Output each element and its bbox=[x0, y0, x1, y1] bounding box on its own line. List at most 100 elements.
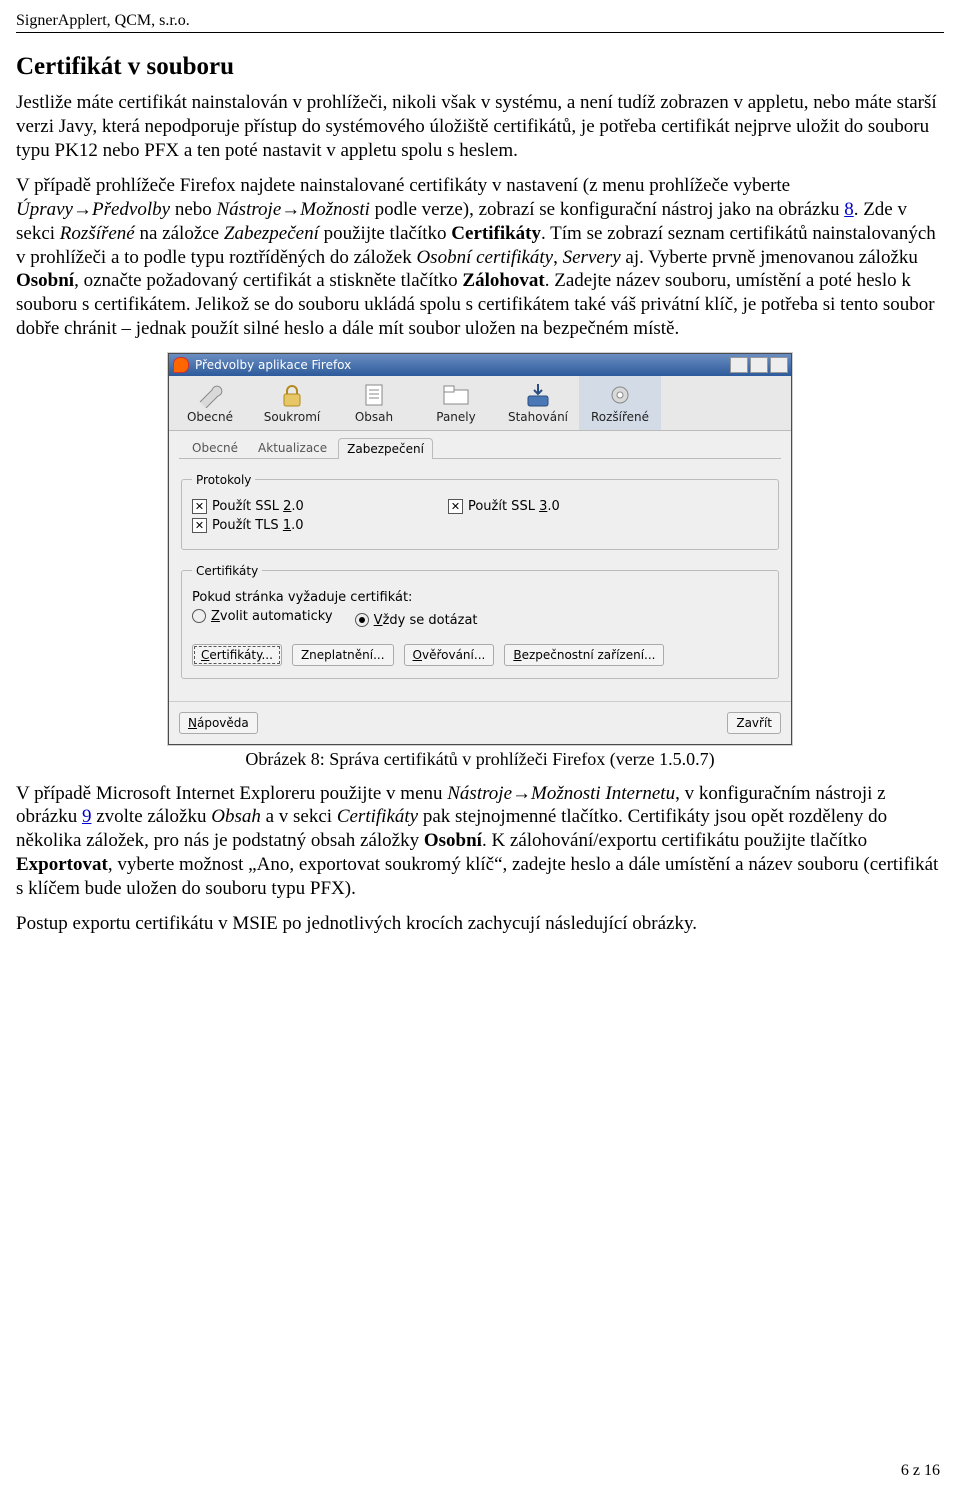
category-general[interactable]: Obecné bbox=[169, 376, 251, 430]
menu-path: Nástroje→Možnosti bbox=[217, 199, 370, 220]
certificates-button[interactable]: Certifikáty... bbox=[192, 644, 282, 666]
firefox-preferences-window: Předvolby aplikace Firefox Obecné Soukro… bbox=[168, 353, 792, 745]
text: ezpečnostní zařízení... bbox=[522, 648, 656, 662]
menu-path: Úpravy→Předvolby bbox=[16, 199, 170, 220]
close-button[interactable] bbox=[770, 357, 788, 373]
certificates-text: Pokud stránka vyžaduje certifikát: bbox=[192, 590, 768, 605]
menu-path: Nástroje→Možnosti Internetu bbox=[447, 783, 675, 804]
download-icon bbox=[522, 382, 554, 408]
text: zvolte záložku bbox=[91, 806, 211, 827]
text: Použít TLS bbox=[212, 518, 283, 533]
revocation-button[interactable]: Zneplatnění... bbox=[292, 644, 394, 666]
button-name: Exportovat bbox=[16, 854, 108, 875]
radio-ask[interactable]: Vždy se dotázat bbox=[355, 613, 478, 628]
text: ždy se dotázat bbox=[383, 613, 478, 628]
tab-name: Obsah bbox=[211, 806, 261, 827]
tab-name: Osobní bbox=[424, 830, 482, 851]
category-label: Stahování bbox=[508, 410, 568, 424]
section-name: Certifikáty bbox=[337, 806, 418, 827]
paragraph-2: V případě prohlížeče Firefox najdete nai… bbox=[16, 174, 944, 340]
lock-icon bbox=[276, 382, 308, 408]
text: Použít SSL bbox=[212, 499, 283, 514]
text: .0 bbox=[291, 499, 303, 514]
button-name: Zálohovat bbox=[462, 270, 544, 291]
accel: V bbox=[374, 613, 383, 628]
paragraph-1: Jestliže máte certifikát nainstalován v … bbox=[16, 91, 944, 162]
text: a v sekci bbox=[261, 806, 337, 827]
section-title: Certifikát v souboru bbox=[16, 53, 944, 81]
wrench-icon bbox=[194, 382, 226, 408]
category-label: Soukromí bbox=[264, 410, 321, 424]
subtab-general[interactable]: Obecné bbox=[183, 437, 247, 458]
paragraph-3: V případě Microsoft Internet Exploreru p… bbox=[16, 782, 944, 901]
tab-name: Osobní certifikáty bbox=[416, 247, 553, 268]
paragraph-4: Postup exportu certifikátu v MSIE po jed… bbox=[16, 912, 944, 936]
text: .0 bbox=[547, 499, 559, 514]
text: volit automaticky bbox=[220, 609, 333, 624]
accel: B bbox=[513, 648, 521, 662]
section-name: Rozšířené bbox=[60, 223, 135, 244]
minimize-button[interactable] bbox=[730, 357, 748, 373]
document-icon bbox=[358, 382, 390, 408]
close-dialog-button[interactable]: Zavřít bbox=[727, 712, 781, 734]
page-header: SignerApplert, QCM, s.r.o. bbox=[16, 12, 944, 33]
security-devices-button[interactable]: Bezpečnostní zařízení... bbox=[504, 644, 664, 666]
text: , označte požadovaný certifikát a stiskn… bbox=[74, 270, 462, 291]
ssl3-checkbox[interactable]: ✕Použít SSL 3.0 bbox=[448, 499, 560, 514]
figure-caption: Obrázek 8: Správa certifikátů v prohlíže… bbox=[16, 749, 944, 770]
text: podle verze), zobrazí se konfigurační ná… bbox=[370, 199, 844, 220]
category-advanced[interactable]: Rozšířené bbox=[579, 376, 661, 430]
accel: 1 bbox=[283, 518, 291, 533]
category-label: Panely bbox=[436, 410, 475, 424]
radio-auto[interactable]: Zvolit automaticky bbox=[192, 609, 333, 624]
category-tabs[interactable]: Panely bbox=[415, 376, 497, 430]
help-button[interactable]: Nápověda bbox=[179, 712, 258, 734]
window-title: Předvolby aplikace Firefox bbox=[195, 358, 351, 372]
text: použijte tlačítko bbox=[319, 223, 451, 244]
protocols-fieldset: Protokoly ✕Použít SSL 2.0 ✕Použít SSL 3.… bbox=[181, 473, 779, 550]
category-downloads[interactable]: Stahování bbox=[497, 376, 579, 430]
category-label: Obecné bbox=[187, 410, 233, 424]
text: , bbox=[553, 247, 563, 268]
accel: Z bbox=[211, 609, 220, 624]
category-toolbar: Obecné Soukromí Obsah Panely Stahování R… bbox=[169, 376, 791, 431]
tab-name: Servery bbox=[563, 247, 621, 268]
subtab-security[interactable]: Zabezpečení bbox=[338, 438, 433, 459]
category-content[interactable]: Obsah bbox=[333, 376, 415, 430]
tab-name: Osobní bbox=[16, 270, 74, 291]
text: . K zálohování/exportu certifikátu použi… bbox=[482, 830, 867, 851]
text: Použít SSL bbox=[468, 499, 539, 514]
certificates-fieldset: Certifikáty Pokud stránka vyžaduje certi… bbox=[181, 564, 779, 679]
accel: N bbox=[188, 716, 197, 730]
figure-link-8[interactable]: 8 bbox=[844, 199, 854, 220]
certificates-legend: Certifikáty bbox=[192, 564, 262, 578]
category-label: Rozšířené bbox=[591, 410, 649, 424]
text: nebo bbox=[170, 199, 216, 220]
button-name: Certifikáty bbox=[451, 223, 541, 244]
accel: O bbox=[413, 648, 422, 662]
ssl2-checkbox[interactable]: ✕Použít SSL 2.0 bbox=[192, 499, 304, 514]
verification-button[interactable]: Ověřování... bbox=[404, 644, 495, 666]
text: V případě prohlížeče Firefox najdete nai… bbox=[16, 175, 790, 196]
category-label: Obsah bbox=[355, 410, 393, 424]
tabs-icon bbox=[440, 382, 472, 408]
category-privacy[interactable]: Soukromí bbox=[251, 376, 333, 430]
text: .0 bbox=[291, 518, 303, 533]
tls1-checkbox[interactable]: ✕Použít TLS 1.0 bbox=[192, 518, 304, 533]
subtab-bar: Obecné Aktualizace Zabezpečení bbox=[179, 437, 781, 459]
text: ápověda bbox=[197, 716, 249, 730]
text: V případě Microsoft Internet Exploreru p… bbox=[16, 783, 447, 804]
gear-icon bbox=[604, 382, 636, 408]
text: věřování... bbox=[422, 648, 485, 662]
window-titlebar: Předvolby aplikace Firefox bbox=[169, 354, 791, 376]
subtab-updates[interactable]: Aktualizace bbox=[249, 437, 336, 458]
text: , vyberte možnost „Ano, exportovat soukr… bbox=[16, 854, 938, 899]
text: aj. Vyberte prvně jmenovanou záložku bbox=[621, 247, 918, 268]
page-number: 6 z 16 bbox=[901, 1462, 940, 1480]
maximize-button[interactable] bbox=[750, 357, 768, 373]
text: ertifikáty... bbox=[209, 648, 273, 662]
firefox-icon bbox=[173, 357, 189, 373]
tab-name: Zabezpečení bbox=[224, 223, 319, 244]
protocols-legend: Protokoly bbox=[192, 473, 255, 487]
text: na záložce bbox=[135, 223, 224, 244]
